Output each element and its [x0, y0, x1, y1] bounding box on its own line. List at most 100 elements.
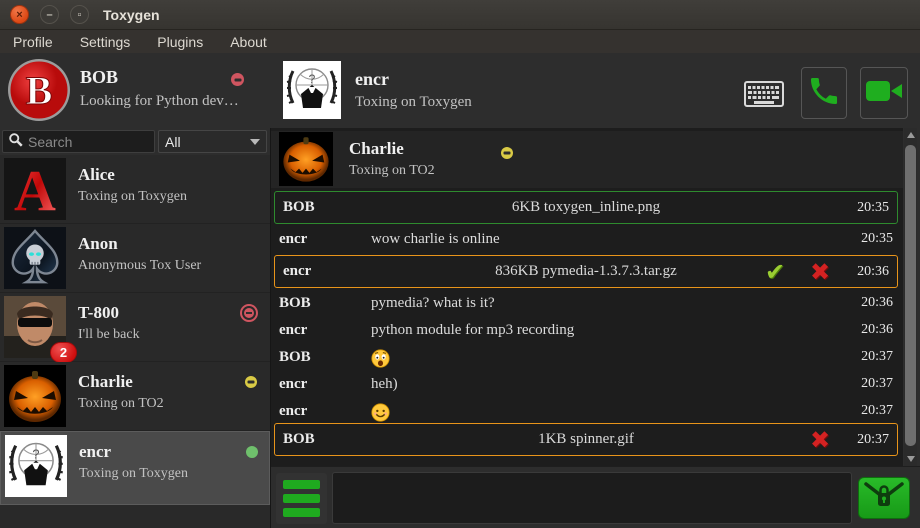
peer-status-message: Toxing on TO2: [349, 163, 435, 179]
contact-status-message: Toxing on TO2: [78, 396, 164, 412]
contact-row-alice[interactable]: A Alice Toxing on Toxygen: [0, 155, 270, 224]
toxygen-window: × – ▫ Toxygen Profile Settings Plugins A…: [0, 0, 920, 528]
audio-call-button[interactable]: [801, 67, 847, 119]
message-compose-bar: [271, 466, 920, 528]
message-sender: encr: [279, 322, 307, 339]
menu-plugins[interactable]: Plugins: [157, 34, 203, 50]
decline-file-button[interactable]: ✖: [805, 258, 835, 286]
chevron-down-icon: [250, 139, 260, 145]
message-time: 20:37: [861, 376, 893, 392]
svg-text:B: B: [26, 68, 53, 113]
contact-status-message: Toxing on Toxygen: [78, 189, 187, 205]
message-sender: encr: [279, 376, 307, 393]
contact-name: T-800: [78, 303, 119, 323]
message-row: encr 20:37: [271, 399, 903, 426]
scroll-down-arrow[interactable]: [904, 452, 917, 466]
contact-row-charlie[interactable]: Charlie Toxing on TO2: [0, 362, 270, 431]
contact-filter-dropdown[interactable]: All: [158, 130, 267, 153]
message-sender: BOB: [279, 349, 311, 366]
message-time: 20:37: [861, 403, 893, 419]
file-name: 6KB toxygen_inline.png: [275, 199, 897, 216]
file-transfer-row: encr 836KB pymedia-1.3.7.3.tar.gz ✔ ✖ 20…: [274, 255, 898, 288]
keyboard-icon[interactable]: [744, 81, 784, 112]
message-sender: BOB: [279, 295, 311, 312]
anon-avatar: [4, 227, 66, 289]
video-camera-icon: [865, 77, 903, 110]
message-time: 20:36: [857, 264, 889, 280]
phone-icon: [807, 74, 841, 113]
peer-away-status-icon: [501, 147, 513, 159]
message-history: Charlie Toxing on TO2 BOB 6KB toxygen_in…: [271, 128, 903, 466]
contact-status-message: Anonymous Tox User: [78, 258, 201, 274]
chat-peer-name: encr: [355, 69, 389, 90]
message-time: 20:35: [857, 200, 889, 216]
file-name: 1KB spinner.gif: [275, 431, 897, 448]
contact-status-message: I'll be back: [78, 327, 140, 343]
message-row: BOB pymedia? what is it? 20:36: [271, 291, 903, 318]
chat-scrollbar[interactable]: [904, 128, 917, 466]
contact-row-anon[interactable]: Anon Anonymous Tox User: [0, 224, 270, 293]
message-sender: encr: [279, 231, 307, 248]
message-sender: encr: [279, 403, 307, 420]
charlie-avatar: [4, 365, 66, 427]
contact-filter-value: All: [165, 134, 181, 150]
cancel-file-button[interactable]: ✖: [805, 426, 835, 454]
message-time: 20:37: [861, 349, 893, 365]
minimize-window-button[interactable]: –: [40, 5, 59, 24]
self-busy-status-icon[interactable]: [231, 73, 244, 86]
message-time: 20:35: [861, 231, 893, 247]
maximize-window-button[interactable]: ▫: [70, 5, 89, 24]
contact-away-status-icon: [245, 376, 257, 388]
menu-profile[interactable]: Profile: [13, 34, 53, 50]
message-row: encr heh) 20:37: [271, 372, 903, 399]
message-text: python module for mp3 recording: [371, 322, 574, 339]
self-status-message: Looking for Python dev…: [80, 93, 239, 110]
alice-avatar: A: [4, 158, 66, 220]
close-window-button[interactable]: ×: [10, 5, 29, 24]
contact-row-t800[interactable]: T-800 I'll be back 2: [0, 293, 270, 362]
send-message-button[interactable]: [858, 477, 910, 519]
message-input[interactable]: [332, 472, 852, 524]
message-row: encr python module for mp3 recording 20:…: [271, 318, 903, 345]
title-bar: × – ▫ Toxygen: [0, 0, 920, 30]
svg-text:A: A: [14, 158, 56, 220]
window-title: Toxygen: [103, 7, 160, 23]
scrollbar-thumb[interactable]: [905, 145, 916, 446]
self-name: BOB: [80, 67, 118, 88]
contact-name: encr: [79, 442, 111, 462]
accept-file-button[interactable]: ✔: [760, 258, 790, 286]
search-row: All: [0, 128, 270, 155]
contact-name: Alice: [78, 165, 115, 185]
chat-menu-button[interactable]: [276, 473, 327, 524]
message-row: encr wow charlie is online 20:35: [271, 227, 903, 254]
contact-name: Charlie: [78, 372, 133, 392]
menu-settings[interactable]: Settings: [80, 34, 131, 50]
message-time: 20:36: [861, 322, 893, 338]
file-name: 836KB pymedia-1.3.7.3.tar.gz: [275, 263, 897, 280]
contact-name: Anon: [78, 234, 118, 254]
file-transfer-row: BOB 1KB spinner.gif ✖ 20:37: [274, 423, 898, 456]
header: B BOB Looking for Python dev… ? encr Tox…: [0, 53, 920, 128]
search-box[interactable]: [2, 130, 155, 153]
message-text: wow charlie is online: [371, 231, 500, 248]
self-avatar[interactable]: B: [8, 59, 70, 121]
menu-about[interactable]: About: [230, 34, 267, 50]
charlie-avatar: [279, 132, 333, 186]
message-text: heh): [371, 376, 398, 393]
video-call-button[interactable]: [860, 67, 908, 119]
file-transfer-row: BOB 6KB toxygen_inline.png 20:35: [274, 191, 898, 224]
search-icon: [8, 132, 23, 152]
message-text: pymedia? what is it?: [371, 295, 495, 312]
scared-emoji: [371, 349, 390, 373]
peer-name: Charlie: [349, 139, 404, 159]
svg-text:?: ?: [309, 72, 316, 86]
search-input[interactable]: [28, 134, 143, 150]
charlie-inline-row[interactable]: Charlie Toxing on TO2: [271, 131, 903, 188]
contact-online-status-icon: [246, 446, 258, 458]
contact-list: A Alice Toxing on Toxygen Anon: [0, 155, 270, 528]
svg-text:?: ?: [32, 447, 39, 462]
scroll-up-arrow[interactable]: [904, 128, 917, 142]
encr-avatar: ?: [5, 435, 67, 497]
message-row: BOB 20:37: [271, 345, 903, 372]
contact-row-encr[interactable]: ? encr Toxing on Toxygen: [0, 431, 270, 505]
